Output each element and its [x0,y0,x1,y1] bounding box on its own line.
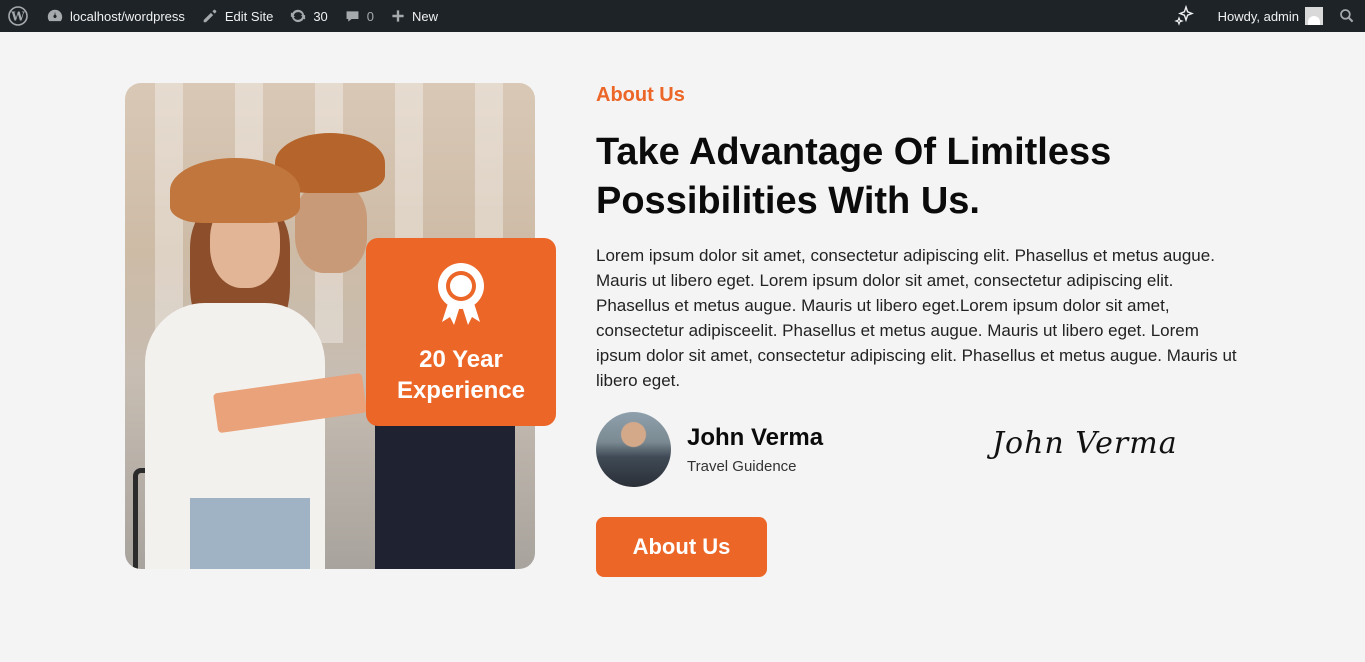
experience-label: Experience [396,377,526,404]
wordpress-logo-button[interactable]: W [0,0,38,32]
site-name-label: localhost/wordpress [70,8,185,24]
author-name: John Verma [687,424,824,451]
experience-badge: 20 Year Experience [366,238,556,426]
edit-site-link[interactable]: Edit Site [193,0,281,32]
edit-site-label: Edit Site [224,8,274,24]
section-heading: Take Advantage Of Limitless Possibilitie… [596,131,1112,222]
award-icon [438,263,484,325]
sparkle-icon [1173,5,1194,26]
comments-link[interactable]: 0 [336,0,382,32]
new-content-link[interactable]: New [382,0,446,32]
svg-text:W: W [10,10,25,24]
plus-icon [392,10,404,22]
about-us-button[interactable]: About Us [596,517,767,577]
search-icon [1340,9,1354,23]
section-eyebrow: About Us [596,84,685,106]
admin-avatar [1305,7,1323,25]
experience-years: 20 Year [419,346,503,373]
dashboard-icon [47,9,63,22]
updates-link[interactable]: 30 [281,0,335,32]
my-account-link[interactable]: Howdy, admin [1210,0,1331,32]
admin-bar-left: W localhost/wordpress Edit Site 30 0 New [0,0,446,32]
admin-search-button[interactable] [1331,0,1365,32]
woman-hat [170,158,300,223]
author-info: John Verma Travel Guidence [687,424,823,475]
wordpress-icon: W [8,6,28,26]
updates-icon [291,9,306,23]
author-role: Travel Guidence [687,458,797,475]
woman-jeans [190,498,310,569]
author-signature: John Verma [992,426,1178,461]
edit-icon [203,9,217,23]
howdy-label: Howdy, admin [1217,8,1299,24]
author-block: John Verma Travel Guidence [596,412,823,487]
site-name-link[interactable]: localhost/wordpress [38,0,193,32]
new-content-label: New [412,8,439,24]
comments-count: 0 [366,8,375,24]
author-avatar [596,412,671,487]
comments-icon [346,10,359,22]
experience-text: 20 Year Experience [397,344,525,406]
ai-assistant-button[interactable] [1166,0,1210,32]
updates-count: 30 [313,8,328,24]
section-paragraph: Lorem ipsum dolor sit amet, consectetur … [596,246,1237,390]
admin-bar: W localhost/wordpress Edit Site 30 0 New… [0,0,1365,32]
admin-bar-right: Howdy, admin [1166,0,1365,32]
man-head [295,183,367,273]
